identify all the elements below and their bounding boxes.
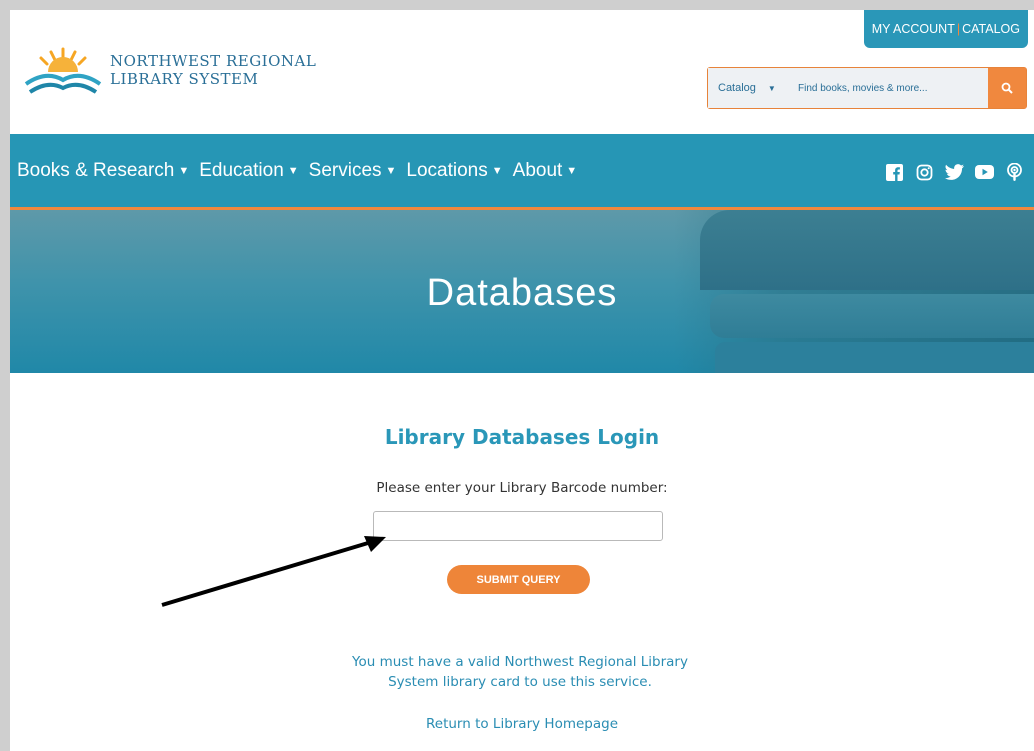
page-hero-banner: Databases xyxy=(10,210,1034,373)
nav-label: Locations xyxy=(406,160,488,181)
dropdown-caret-icon: ▼ xyxy=(566,165,578,177)
social-links xyxy=(874,162,1024,182)
barcode-prompt: Please enter your Library Barcode number… xyxy=(376,480,668,496)
page-frame: NORTHWEST REGIONAL LIBRARY SYSTEM MY ACC… xyxy=(10,10,1034,751)
submit-query-button[interactable]: SUBMIT QUERY xyxy=(447,565,590,594)
facebook-icon[interactable] xyxy=(884,162,904,182)
tab-separator: | xyxy=(956,22,961,36)
podcast-icon[interactable] xyxy=(1004,162,1024,182)
my-account-link[interactable]: MY ACCOUNT xyxy=(872,22,955,36)
main-navigation: Books & Research ▼ Education ▼ Services ▼ L… xyxy=(10,134,1034,210)
twitter-icon[interactable] xyxy=(944,162,964,182)
notice-line-2: System library card to use this service. xyxy=(388,674,652,690)
search-button[interactable] xyxy=(988,68,1026,108)
search-input[interactable]: Find books, movies & more... xyxy=(798,68,988,108)
catalog-link[interactable]: CATALOG xyxy=(962,22,1020,36)
sunrise-book-icon xyxy=(24,47,102,94)
dropdown-caret-icon: ▼ xyxy=(287,165,299,177)
caret-down-icon: ▼ xyxy=(767,83,776,93)
nav-label: Education xyxy=(199,160,284,181)
nav-label: Books & Research xyxy=(17,160,175,181)
dropdown-caret-icon: ▼ xyxy=(491,165,503,177)
search-scope-select[interactable]: Catalog ▼ xyxy=(708,68,798,108)
library-logo[interactable]: NORTHWEST REGIONAL LIBRARY SYSTEM xyxy=(18,44,338,106)
search-scope-label: Catalog xyxy=(718,82,756,94)
nav-education[interactable]: Education ▼ xyxy=(199,160,298,182)
annotation-arrow-icon xyxy=(161,536,386,607)
instagram-icon[interactable] xyxy=(914,162,934,182)
nav-services[interactable]: Services ▼ xyxy=(309,160,397,182)
barcode-input[interactable] xyxy=(373,511,663,541)
login-heading: Library Databases Login xyxy=(384,425,660,449)
logo-text-line2: LIBRARY SYSTEM xyxy=(110,70,259,88)
card-required-notice: You must have a valid Northwest Regional… xyxy=(320,652,720,692)
account-catalog-tab: MY ACCOUNT | CATALOG xyxy=(863,10,1028,48)
dropdown-caret-icon: ▼ xyxy=(178,165,190,177)
nav-label: About xyxy=(512,160,563,181)
nav-books-research[interactable]: Books & Research ▼ xyxy=(17,160,189,182)
notice-line-1: You must have a valid Northwest Regional… xyxy=(352,654,688,670)
nav-label: Services xyxy=(308,160,382,181)
nav-about[interactable]: About ▼ xyxy=(513,160,578,182)
youtube-icon[interactable] xyxy=(974,162,994,182)
search-placeholder: Find books, movies & more... xyxy=(798,82,928,94)
search-icon xyxy=(1001,82,1013,94)
nav-locations[interactable]: Locations ▼ xyxy=(406,160,502,182)
return-home-link[interactable]: Return to Library Homepage xyxy=(10,716,1034,732)
dropdown-caret-icon: ▼ xyxy=(385,165,397,177)
catalog-search-bar: Catalog ▼ Find books, movies & more... xyxy=(707,67,1027,109)
logo-text-line1: NORTHWEST REGIONAL xyxy=(110,52,317,70)
page-title: Databases xyxy=(426,272,618,314)
hero-book-shape xyxy=(715,342,1034,373)
